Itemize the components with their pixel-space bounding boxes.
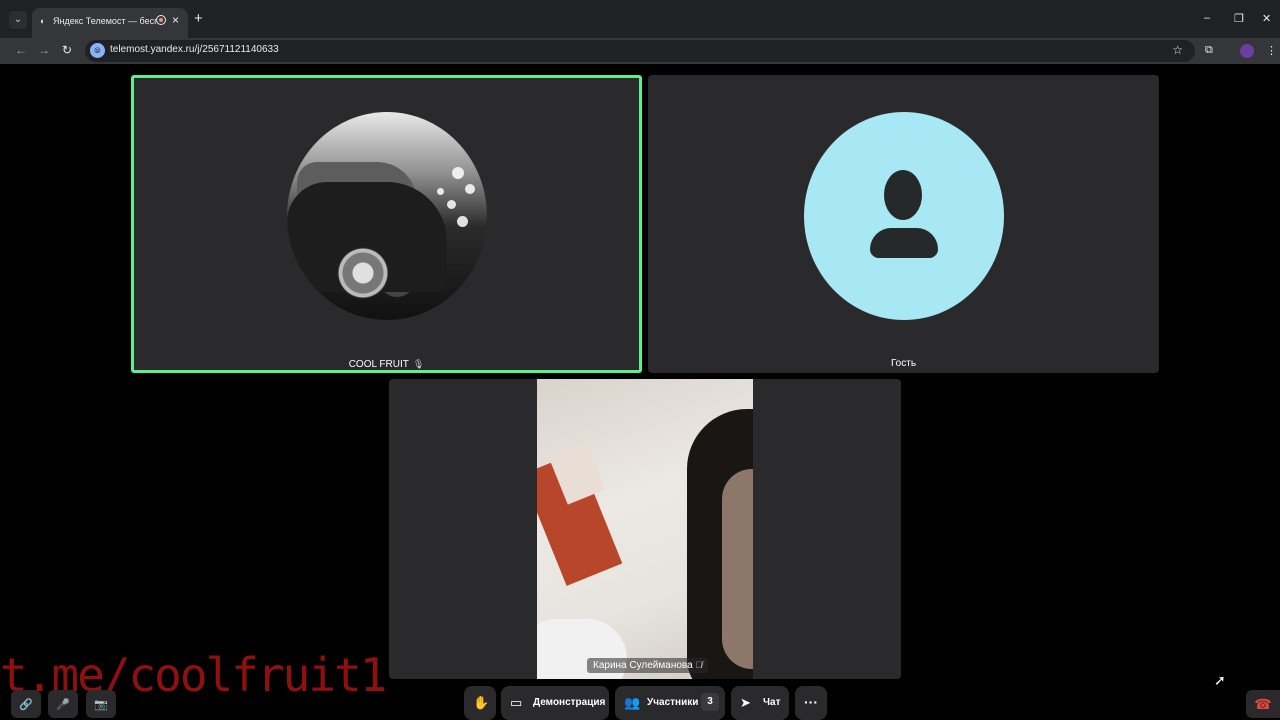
link-button[interactable]: 🔗 xyxy=(11,690,41,718)
participants-count-badge: 3 xyxy=(701,693,719,711)
chat-button[interactable]: ➤ Чат xyxy=(731,686,789,720)
back-button[interactable]: ← xyxy=(15,43,27,57)
participant-tile-guest[interactable]: Гость xyxy=(648,75,1159,373)
browser-tab-strip: ⌄ ◖ Яндекс Телемост — беспл × + – ❐ ✕ xyxy=(0,0,1280,38)
restore-button[interactable]: ❐ xyxy=(1234,12,1244,25)
camera-button[interactable]: 📷 xyxy=(86,690,116,718)
camera-icon: 📷 xyxy=(94,699,108,711)
participant-name: Гость xyxy=(890,358,917,369)
reload-button[interactable]: ↻ xyxy=(62,43,72,57)
url-text: telemost.yandex.ru/j/25671121140633 xyxy=(110,44,279,55)
minimize-button[interactable]: – xyxy=(1204,12,1210,24)
microphone-icon: 🎤 xyxy=(56,699,70,711)
participant-name-label: COOL FRUIT 🎙 xyxy=(134,359,639,370)
tab-list-button[interactable]: ⌄ xyxy=(9,11,27,29)
new-tab-button[interactable]: + xyxy=(194,11,203,26)
site-info-icon[interactable]: ⦾ xyxy=(90,43,105,58)
chat-label: Чат xyxy=(763,697,781,708)
forward-button[interactable]: → xyxy=(38,43,50,57)
screen-share-button[interactable]: ▭ Демонстрация xyxy=(501,686,609,720)
tab-close-icon[interactable]: × xyxy=(172,13,179,27)
screen-share-icon: ▭ xyxy=(510,695,523,710)
mouse-cursor-icon: ➚ xyxy=(1214,672,1226,688)
more-button[interactable]: ··· xyxy=(795,686,827,720)
conference-stage: COOL FRUIT 🎙 Гость Карина Сулейманова 🎙̸ xyxy=(0,64,1280,720)
browser-menu-icon[interactable]: ⋮ xyxy=(1266,44,1277,57)
person-avatar-icon xyxy=(804,112,1004,320)
hangup-icon: ☎ xyxy=(1254,696,1272,712)
mic-muted-icon: 🎙̸ xyxy=(695,660,703,670)
tab-title: Яндекс Телемост — беспл xyxy=(53,16,157,26)
send-icon: ➤ xyxy=(740,695,751,710)
mic-icon: 🎙 xyxy=(412,359,425,369)
hand-icon: ✋ xyxy=(473,695,490,710)
extensions-icon[interactable]: ⧉ xyxy=(1205,44,1213,57)
participant-name-label: Гость xyxy=(648,358,1159,369)
close-window-button[interactable]: ✕ xyxy=(1262,12,1271,25)
participants-button[interactable]: 👥 Участники 3 xyxy=(615,686,725,720)
microphone-button[interactable]: 🎤 xyxy=(48,690,78,718)
participant-tile-cool-fruit[interactable]: COOL FRUIT 🎙 xyxy=(131,75,642,373)
browser-toolbar: ← → ↻ ⦾ telemost.yandex.ru/j/25671121140… xyxy=(0,38,1280,64)
recording-icon xyxy=(156,15,166,25)
address-bar[interactable]: ⦾ telemost.yandex.ru/j/25671121140633 ☆ xyxy=(85,40,1195,62)
raise-hand-button[interactable]: ✋ xyxy=(464,686,496,720)
more-icon: ··· xyxy=(804,694,818,710)
browser-tab[interactable]: ◖ Яндекс Телемост — беспл × xyxy=(32,8,188,38)
participant-name: Карина Сулейманова xyxy=(593,660,693,671)
participant-avatar-car xyxy=(287,112,487,320)
screen-share-label: Демонстрация xyxy=(533,697,606,708)
participants-icon: 👥 xyxy=(624,695,641,710)
participants-label: Участники xyxy=(647,697,699,708)
link-icon: 🔗 xyxy=(19,699,33,711)
participant-video-feed: Карина Сулейманова 🎙̸ xyxy=(537,379,753,679)
profile-avatar[interactable] xyxy=(1240,44,1254,58)
hangup-button[interactable]: ☎ xyxy=(1246,690,1280,718)
audio-favicon-icon: ◖ xyxy=(39,16,45,26)
participant-tile-video[interactable]: Карина Сулейманова 🎙̸ xyxy=(389,379,901,679)
participant-name: COOL FRUIT xyxy=(348,359,409,370)
participant-name-label: Карина Сулейманова 🎙̸ xyxy=(587,658,709,673)
bookmark-star-icon[interactable]: ☆ xyxy=(1172,43,1183,57)
